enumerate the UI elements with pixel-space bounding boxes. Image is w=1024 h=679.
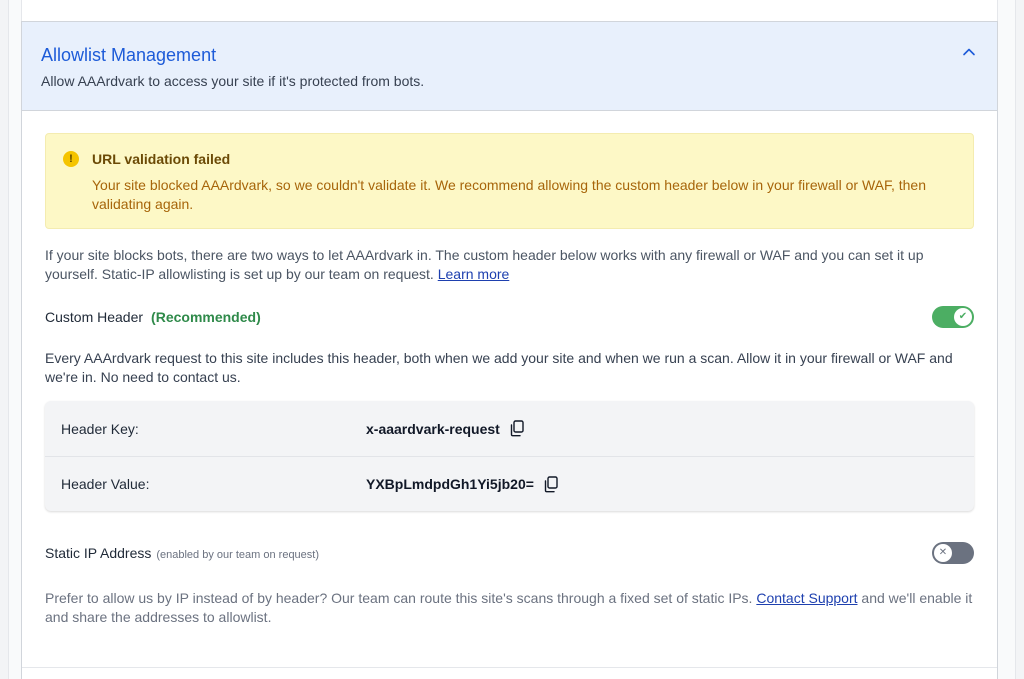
static-ip-label-group: Static IP Address (enabled by our team on… bbox=[45, 545, 319, 561]
section-divider bbox=[22, 667, 997, 668]
custom-header-label: Custom Header bbox=[45, 309, 144, 325]
x-icon: ✕ bbox=[934, 544, 952, 562]
contact-support-link[interactable]: Contact Support bbox=[756, 590, 857, 606]
intro-paragraph: If your site blocks bots, there are two … bbox=[45, 246, 974, 284]
copy-value-icon[interactable] bbox=[544, 475, 558, 493]
header-value-value: YXBpLmdpdGh1Yi5jb20= bbox=[366, 476, 534, 492]
validation-alert: ! URL validation failed Your site blocke… bbox=[45, 133, 974, 229]
header-key-label: Header Key: bbox=[61, 420, 139, 437]
custom-header-label-group: Custom Header (Recommended) bbox=[45, 309, 261, 325]
allowlist-subtitle: Allow AAArdvark to access your site if i… bbox=[41, 73, 425, 89]
header-key-row: Header Key: x-aaardvark-request bbox=[45, 401, 974, 456]
chevron-up-icon[interactable] bbox=[961, 44, 977, 60]
custom-header-row: Custom Header (Recommended) ✔ bbox=[45, 305, 974, 329]
static-ip-text-before: Prefer to allow us by IP instead of by h… bbox=[45, 590, 753, 606]
header-details-box: Header Key: x-aaardvark-request Header V… bbox=[45, 401, 974, 511]
header-key-value: x-aaardvark-request bbox=[366, 420, 500, 437]
header-value-label: Header Value: bbox=[61, 476, 150, 492]
custom-header-description: Every AAArdvark request to this site inc… bbox=[45, 350, 953, 385]
custom-header-toggle[interactable]: ✔ bbox=[932, 306, 974, 328]
static-ip-row: Static IP Address (enabled by our team on… bbox=[45, 541, 974, 565]
allowlist-title: Allowlist Management bbox=[41, 45, 217, 65]
allowlist-card-header[interactable]: Allowlist Management Allow AAArdvark to … bbox=[22, 22, 997, 111]
previous-section-card bbox=[21, 0, 998, 22]
alert-title: URL validation failed bbox=[92, 151, 231, 167]
allowlist-management-card: Allowlist Management Allow AAArdvark to … bbox=[21, 21, 998, 679]
check-icon: ✔ bbox=[954, 308, 972, 326]
allowlist-card-body: ! URL validation failed Your site blocke… bbox=[22, 111, 997, 627]
static-ip-hint: (enabled by our team on request) bbox=[156, 549, 320, 561]
learn-more-link[interactable]: Learn more bbox=[438, 266, 510, 282]
alert-message: Your site blocked AAArdvark, so we could… bbox=[92, 177, 927, 212]
exclamation-circle-icon: ! bbox=[63, 151, 79, 167]
static-ip-toggle[interactable]: ✕ bbox=[932, 542, 974, 564]
static-ip-label: Static IP Address bbox=[45, 545, 152, 561]
copy-key-icon[interactable] bbox=[510, 420, 524, 437]
recommended-badge: (Recommended) bbox=[151, 309, 261, 325]
static-ip-description: Prefer to allow us by IP instead of by h… bbox=[45, 589, 974, 627]
header-value-row: Header Value: YXBpLmdpdGh1Yi5jb20= bbox=[45, 456, 974, 511]
